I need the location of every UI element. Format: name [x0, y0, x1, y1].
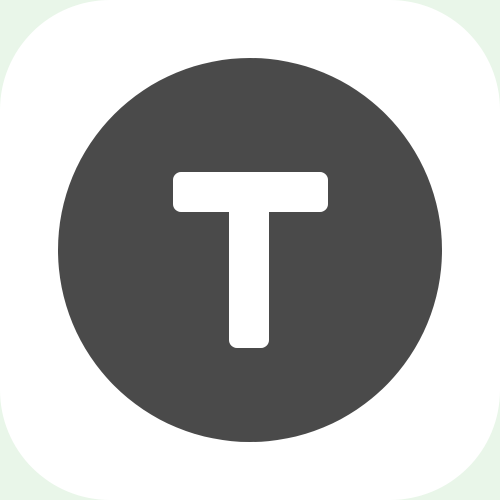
- app-icon-tile[interactable]: [0, 0, 500, 500]
- icon-canvas: [0, 0, 500, 500]
- letter-t-stem: [229, 172, 269, 348]
